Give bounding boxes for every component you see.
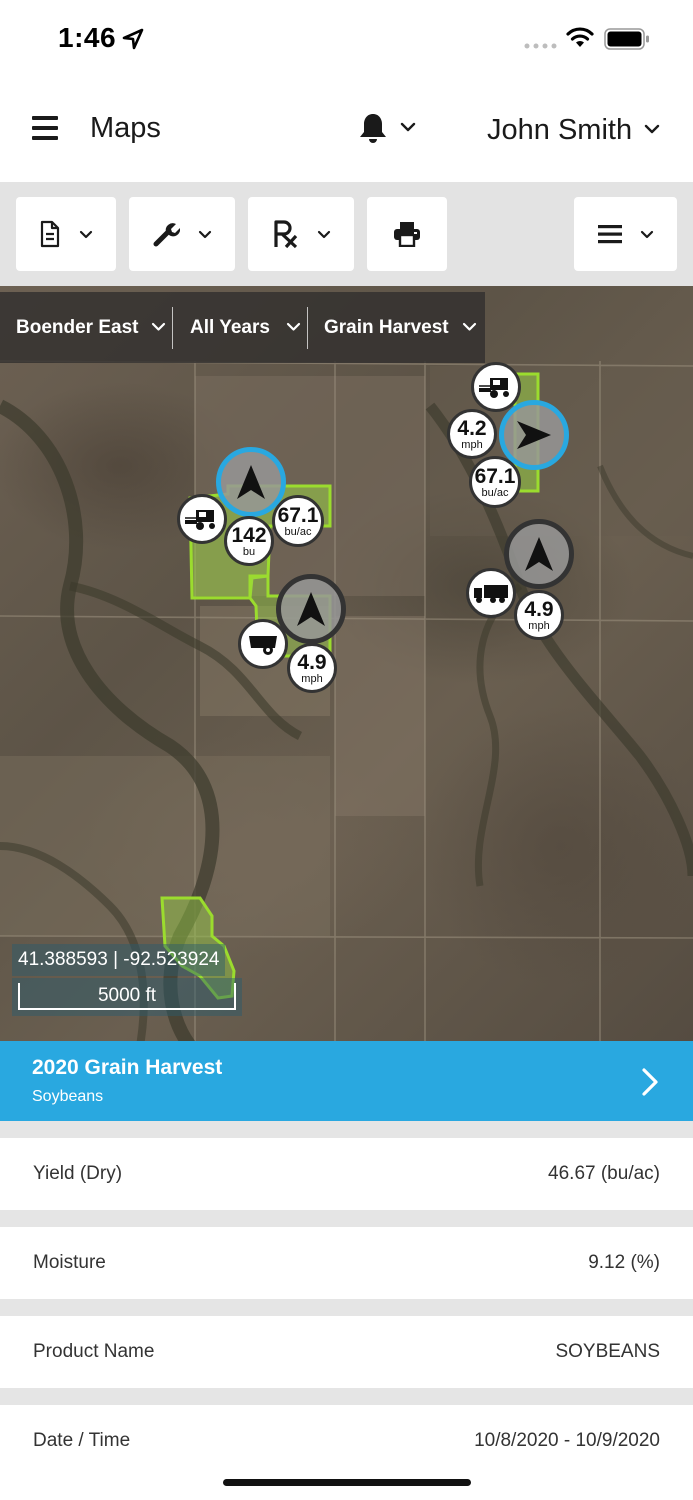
prescription-button[interactable] <box>248 197 354 271</box>
speed-value: 4.9 <box>524 597 554 621</box>
operation-title: 2020 Grain Harvest <box>32 1056 223 1079</box>
documents-button[interactable] <box>16 197 116 271</box>
home-indicator[interactable] <box>223 1479 471 1486</box>
chevron-down-icon <box>286 322 301 331</box>
home-indicator-area <box>0 1451 693 1500</box>
operation-details-list: Yield (Dry) 46.67 (bu/ac) Moisture 9.12 … <box>0 1121 693 1451</box>
yield-value: 67.1 <box>277 503 319 527</box>
speed-unit: mph <box>301 672 323 685</box>
detail-row-moisture: Moisture 9.12 (%) <box>0 1227 693 1299</box>
chevron-right-icon <box>642 1068 658 1096</box>
speed-unit: mph <box>461 438 483 451</box>
operation-filter-label: Grain Harvest <box>324 316 449 338</box>
total-bushels-marker[interactable]: 142 bu <box>224 516 274 566</box>
combine-marker[interactable] <box>471 362 521 412</box>
hamburger-menu-icon[interactable] <box>32 116 58 140</box>
app-header: Maps John Smith <box>0 80 693 182</box>
detail-value: 46.67 (bu/ac) <box>548 1163 660 1184</box>
map-coordinates: 41.388593 | -92.523924 <box>12 944 226 976</box>
chevron-down-icon <box>151 322 166 331</box>
combine-marker[interactable] <box>177 494 227 544</box>
detail-row-yield: Yield (Dry) 46.67 (bu/ac) <box>0 1138 693 1210</box>
combine-icon <box>185 510 215 530</box>
grain-cart-marker[interactable] <box>238 619 288 669</box>
detail-value: 9.12 (%) <box>588 1252 660 1273</box>
years-filter[interactable]: All Years <box>173 292 307 363</box>
yield-unit: bu/ac <box>284 525 312 538</box>
yield-marker[interactable]: 67.1 bu/ac <box>469 456 521 508</box>
tools-button[interactable] <box>129 197 235 271</box>
yield-unit: bu/ac <box>481 486 509 499</box>
document-icon <box>40 220 60 248</box>
heading-arrow-icon <box>525 537 553 571</box>
chevron-down-icon <box>317 230 331 238</box>
chevron-down-icon[interactable] <box>644 124 660 134</box>
combine-icon <box>479 378 509 398</box>
detail-label: Date / Time <box>33 1430 131 1451</box>
detail-value: SOYBEANS <box>555 1341 660 1362</box>
status-bar: 1:46 <box>0 0 693 80</box>
speed-marker[interactable]: 4.9 mph <box>514 590 564 640</box>
detail-value: 10/8/2020 - 10/9/2020 <box>474 1430 660 1451</box>
bushels-unit: bu <box>242 545 256 558</box>
detail-row-product: Product Name SOYBEANS <box>0 1316 693 1388</box>
rx-icon <box>274 220 298 249</box>
battery-icon <box>604 28 649 50</box>
truck-marker[interactable] <box>466 568 516 618</box>
list-menu-icon <box>597 225 622 244</box>
machine-heading-marker[interactable] <box>504 519 574 589</box>
toolbar <box>0 182 693 286</box>
operation-filter[interactable]: Grain Harvest <box>308 292 485 363</box>
printer-icon <box>394 222 420 247</box>
chevron-down-icon <box>640 230 653 238</box>
map-filter-bar: Boender East All Years Grain Harvest <box>0 292 485 363</box>
bell-icon[interactable] <box>358 112 388 144</box>
heading-arrow-icon <box>237 465 265 499</box>
field-filter[interactable]: Boender East <box>0 292 172 363</box>
layers-menu-button[interactable] <box>574 197 677 271</box>
detail-label: Yield (Dry) <box>33 1163 123 1184</box>
speed-unit: mph <box>528 619 550 632</box>
wrench-icon <box>153 223 180 247</box>
truck-icon <box>474 585 508 603</box>
heading-arrow-icon <box>297 592 325 626</box>
operation-summary-banner[interactable]: 2020 Grain Harvest Soybeans <box>0 1041 693 1121</box>
wifi-icon <box>566 27 594 47</box>
operation-crop: Soybeans <box>32 1088 104 1105</box>
years-filter-label: All Years <box>190 316 270 338</box>
detail-label: Moisture <box>33 1252 106 1273</box>
detail-label: Product Name <box>33 1341 155 1362</box>
speed-value: 4.9 <box>297 650 327 674</box>
signal-icon <box>524 43 557 49</box>
print-button[interactable] <box>367 197 447 271</box>
heading-arrow-icon <box>517 421 551 449</box>
field-filter-label: Boender East <box>16 316 139 338</box>
location-arrow-icon <box>122 28 144 50</box>
map-scale-bar: 5000 ft <box>12 978 242 1016</box>
chevron-down-icon <box>198 230 212 238</box>
detail-row-date: Date / Time 10/8/2020 - 10/9/2020 <box>0 1405 693 1451</box>
speed-marker[interactable]: 4.2 mph <box>447 409 497 459</box>
chevron-down-icon <box>79 230 93 238</box>
chevron-down-icon[interactable] <box>400 122 416 132</box>
speed-marker[interactable]: 4.9 mph <box>287 643 337 693</box>
chevron-down-icon <box>462 322 477 331</box>
grain-cart-icon <box>249 636 277 655</box>
speed-value: 4.2 <box>457 416 487 440</box>
satellite-map[interactable]: Boender East All Years Grain Harvest 67.… <box>0 286 693 1041</box>
yield-value: 67.1 <box>474 464 516 488</box>
page-title: Maps <box>90 112 161 144</box>
bushels-value: 142 <box>231 523 267 547</box>
user-name[interactable]: John Smith <box>487 114 632 147</box>
status-time: 1:46 <box>58 22 117 53</box>
map-terrain <box>0 360 693 1041</box>
yield-marker[interactable]: 67.1 bu/ac <box>272 495 324 547</box>
scale-label: 5000 ft <box>18 983 236 1010</box>
machine-heading-marker[interactable] <box>276 574 346 644</box>
